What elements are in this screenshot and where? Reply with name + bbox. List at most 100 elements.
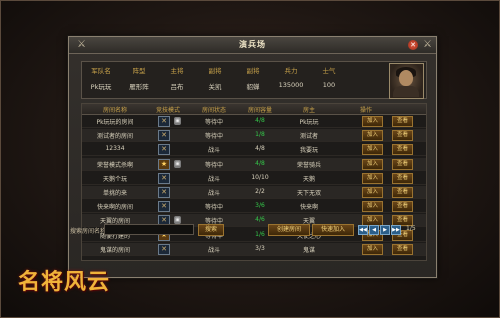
crossed-swords-icon: ✕ xyxy=(158,243,170,255)
room-name: 12334 xyxy=(105,145,125,153)
room-owner: 鬼谋 xyxy=(302,246,315,254)
view-button[interactable]: 查看 xyxy=(392,116,413,127)
join-button[interactable]: 加入 xyxy=(362,158,383,170)
room-status: 等待中 xyxy=(204,204,223,212)
table-row[interactable]: 12334 ✕ 战斗 4/8 我要玩 加入 查看 xyxy=(82,143,426,157)
lock-icon: ▣ xyxy=(174,159,181,168)
join-button[interactable]: 加入 xyxy=(362,172,383,184)
first-page-button[interactable]: ◀◀ xyxy=(358,225,368,235)
column-header: 房间状态 xyxy=(201,107,226,114)
join-button[interactable]: 加入 xyxy=(362,144,383,156)
crossed-swords-icon: ✕ xyxy=(158,187,170,198)
player-info-value-cell: 吕布 xyxy=(170,83,184,91)
player-info-header-cell: 主将 xyxy=(170,67,184,75)
player-info-header-cell: 阵型 xyxy=(132,67,146,75)
room-capacity: 2/2 xyxy=(255,188,265,195)
portrait-face xyxy=(399,70,413,86)
column-header: 竞技模式 xyxy=(155,107,180,114)
player-info-header-cell: 军队名 xyxy=(91,67,111,75)
player-info-header-cell: 副将 xyxy=(246,67,260,75)
room-owner: 我要玩 xyxy=(299,147,318,155)
player-info-value-cell: 100 xyxy=(322,81,336,89)
room-capacity: 4/6 xyxy=(255,216,265,224)
page-indicator: 1/5 xyxy=(406,225,416,232)
column-header: 房间容量 xyxy=(247,107,272,114)
crossed-swords-icon: ⚔ xyxy=(423,39,432,50)
view-button[interactable]: 查看 xyxy=(392,158,413,170)
room-status: 等待中 xyxy=(204,133,223,141)
room-capacity: 4/8 xyxy=(255,117,265,124)
join-button[interactable]: 加入 xyxy=(362,243,383,255)
player-info-value-cell: 貂蝉 xyxy=(246,83,260,91)
view-button[interactable]: 查看 xyxy=(392,172,413,184)
room-owner: Pk玩玩 xyxy=(299,119,319,126)
arena-window: ⚔ 演兵场 ✕ ⚔ 军队名 阵型 主将 副将 副将 兵力 士气 Pk玩玩 雁形阵 吕布 关凯 貂蝉 1… xyxy=(68,36,437,278)
room-capacity: 1/8 xyxy=(255,131,265,139)
join-button[interactable]: 加入 xyxy=(362,187,383,198)
create-room-button[interactable]: 创建房间 xyxy=(268,224,310,236)
table-row[interactable]: 鬼谋的房间 ✕ 战斗 3/3 鬼谋 加入 查看 xyxy=(82,242,426,256)
table-row[interactable]: Pk玩玩的房间 ✕ ▣ 等待中 4/8 Pk玩玩 加入 查看 xyxy=(82,115,426,128)
player-info-header: 军队名 阵型 主将 副将 副将 兵力 士气 xyxy=(82,65,348,79)
search-input[interactable] xyxy=(104,224,194,235)
player-info-panel: 军队名 阵型 主将 副将 副将 兵力 士气 Pk玩玩 雁形阵 吕布 关凯 貂蝉 135000 100 xyxy=(81,61,427,99)
search-button[interactable]: 搜索 xyxy=(198,224,224,236)
room-owner: 测试者 xyxy=(299,133,318,141)
prev-page-button[interactable]: ◀ xyxy=(369,225,379,235)
crossed-swords-icon: ✕ xyxy=(158,116,170,127)
quick-join-button[interactable]: 快速加入 xyxy=(312,224,354,236)
room-name: 鬼谋的房间 xyxy=(99,246,130,254)
room-owner: 天下无双 xyxy=(296,190,321,197)
view-button[interactable]: 查看 xyxy=(392,187,413,198)
table-row[interactable]: 快来啊的房间 ✕ 等待中 3/6 快来啊 加入 查看 xyxy=(82,200,426,214)
room-status: 战斗 xyxy=(207,175,220,183)
room-capacity: 10/10 xyxy=(251,173,269,181)
room-status: 等待中 xyxy=(204,161,223,169)
room-name: 荣誉模式杀啊 xyxy=(96,161,133,169)
room-name: 测试者的房间 xyxy=(96,133,133,141)
last-page-button[interactable]: ▶▶ xyxy=(391,225,401,235)
room-name: 单挑的来 xyxy=(102,190,127,197)
player-info-header-cell: 士气 xyxy=(322,67,336,75)
honor-mode-icon: ★ xyxy=(158,158,170,170)
player-info-value-cell: 135000 xyxy=(278,81,304,89)
title-bar: ⚔ 演兵场 ✕ ⚔ xyxy=(69,37,436,54)
room-owner: 天鹅 xyxy=(302,175,315,183)
room-name: 天鹅个玩 xyxy=(102,175,127,183)
crossed-swords-icon: ✕ xyxy=(158,201,170,213)
join-button[interactable]: 加入 xyxy=(362,201,383,213)
column-header: 房间名称 xyxy=(102,107,127,114)
column-header: 房主 xyxy=(302,107,315,114)
table-row[interactable]: 测试者的房间 ✕ 等待中 1/8 测试者 加入 查看 xyxy=(82,129,426,143)
join-button[interactable]: 加入 xyxy=(362,130,383,142)
table-row[interactable]: 单挑的来 ✕ 战斗 2/2 天下无双 加入 查看 xyxy=(82,186,426,199)
room-capacity: 3/3 xyxy=(255,244,265,252)
room-name: 快来啊的房间 xyxy=(96,204,133,212)
crossed-swords-icon: ✕ xyxy=(158,144,170,156)
room-owner: 快来啊 xyxy=(299,204,318,212)
player-info-value-cell: 关凯 xyxy=(208,83,222,91)
crossed-swords-icon: ✕ xyxy=(158,172,170,184)
general-portrait xyxy=(389,63,424,99)
player-info-value-cell: Pk玩玩 xyxy=(90,83,112,91)
crossed-swords-icon: ✕ xyxy=(158,130,170,142)
room-owner: 荣誉骑兵 xyxy=(296,161,321,169)
table-row[interactable]: 荣誉模式杀啊 ★ ▣ 等待中 4/8 荣誉骑兵 加入 查看 xyxy=(82,157,426,171)
lock-icon: ▣ xyxy=(174,117,181,125)
portrait-body xyxy=(393,86,419,97)
column-header: 操作 xyxy=(359,107,372,114)
table-row[interactable]: 天鹅个玩 ✕ 战斗 10/10 天鹅 加入 查看 xyxy=(82,172,426,185)
view-button[interactable]: 查看 xyxy=(392,144,413,156)
player-info-values: Pk玩玩 雁形阵 吕布 关凯 貂蝉 135000 100 xyxy=(82,81,348,95)
room-status: 战斗 xyxy=(207,190,220,197)
close-button[interactable]: ✕ xyxy=(408,40,418,50)
room-capacity: 3/6 xyxy=(255,202,265,210)
view-button[interactable]: 查看 xyxy=(392,130,413,142)
view-button[interactable]: 查看 xyxy=(392,243,413,255)
window-title: 演兵场 xyxy=(239,40,266,49)
player-info-value-cell: 雁形阵 xyxy=(129,83,149,91)
join-button[interactable]: 加入 xyxy=(362,116,383,127)
next-page-button[interactable]: ▶ xyxy=(380,225,390,235)
view-button[interactable]: 查看 xyxy=(392,201,413,213)
room-status: 战斗 xyxy=(207,147,220,155)
